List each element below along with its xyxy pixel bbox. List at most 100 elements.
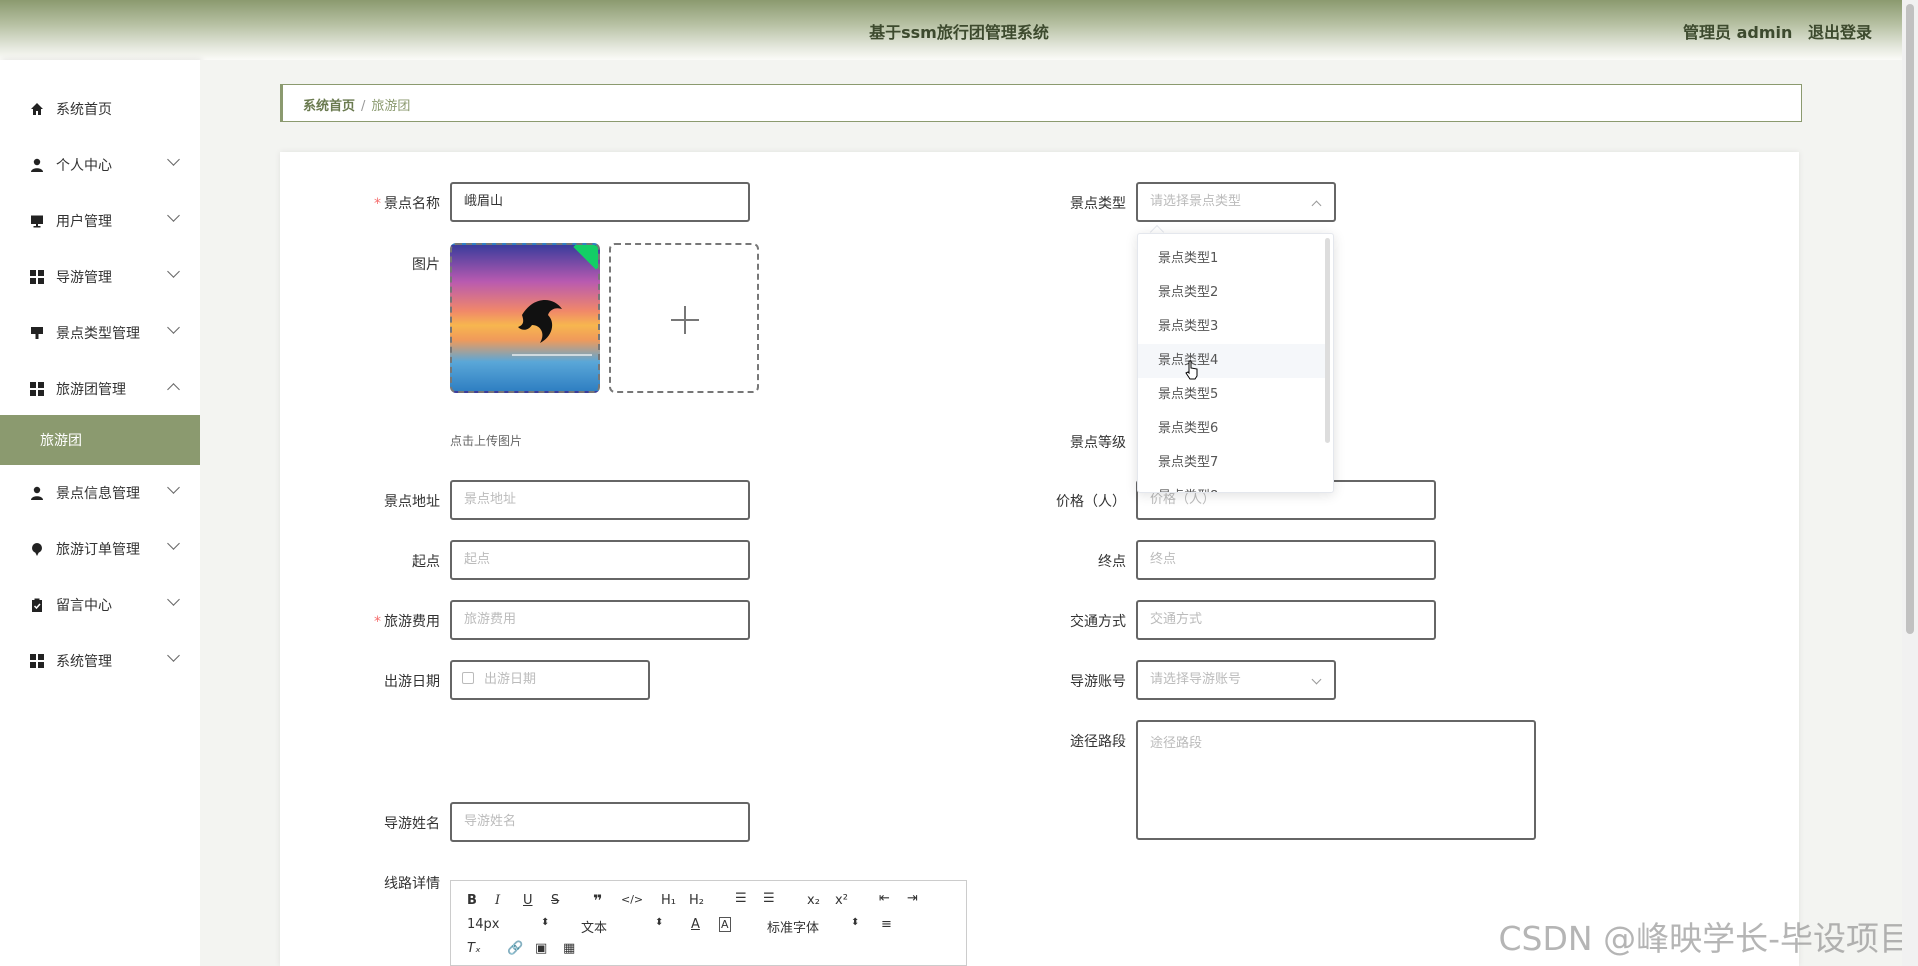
sidebar-item-scenic-info[interactable]: 景点信息管理 — [0, 465, 200, 521]
sidebar-item-tour-group[interactable]: 旅游团 — [0, 415, 200, 465]
ordered-list-button[interactable]: ☰ — [735, 891, 747, 906]
start-label: 起点 — [412, 554, 440, 570]
calendar-icon — [462, 672, 474, 684]
chevron-down-icon — [167, 321, 180, 334]
background-color-button[interactable]: A — [719, 917, 731, 932]
sidebar-item-label: 导游管理 — [56, 270, 112, 286]
h1-button[interactable]: H₁ — [661, 893, 676, 908]
breadcrumb: 系统首页 / 旅游团 — [280, 84, 1802, 122]
home-icon — [30, 102, 44, 116]
clear-format-button[interactable]: Tₓ — [467, 941, 481, 956]
scenic-level-label: 景点等级 — [1070, 435, 1126, 451]
start-input[interactable]: 起点 — [450, 540, 750, 580]
chevron-down-icon — [167, 153, 180, 166]
dropdown-scrollbar[interactable] — [1325, 238, 1330, 443]
transport-input[interactable]: 交通方式 — [1136, 600, 1436, 640]
guide-account-select[interactable]: 请选择导游账号 — [1136, 660, 1336, 700]
grid-icon — [30, 382, 44, 396]
fee-label: * 旅游费用 — [374, 614, 440, 630]
dropdown-option[interactable]: 景点类型2 — [1138, 276, 1328, 310]
image-icon[interactable]: ▣ — [535, 941, 547, 956]
chevron-down-icon — [167, 593, 180, 606]
route-textarea[interactable]: 途径路段 — [1136, 720, 1536, 840]
scenic-name-label: * 景点名称 — [374, 196, 440, 212]
clipboard-icon — [30, 598, 44, 612]
updown-icon: ⬍ — [541, 917, 550, 928]
outdent-button[interactable]: ⇤ — [879, 891, 890, 906]
app-title: 基于ssm旅行团管理系统 — [869, 23, 1049, 42]
sidebar-item-messages[interactable]: 留言中心 — [0, 577, 200, 633]
strike-button[interactable]: S — [551, 893, 559, 908]
date-input[interactable]: 出游日期 — [450, 660, 650, 700]
breadcrumb-current: 旅游团 — [371, 99, 411, 114]
address-input[interactable]: 景点地址 — [450, 480, 750, 520]
scenic-name-input[interactable]: 峨眉山 — [450, 182, 750, 222]
chevron-down-icon — [167, 209, 180, 222]
grid-icon — [30, 270, 44, 284]
scenic-type-label: 景点类型 — [1070, 196, 1126, 212]
scenic-type-placeholder: 请选择景点类型 — [1150, 194, 1242, 209]
paragraph-select[interactable]: 文本 — [581, 917, 607, 936]
scenic-type-select[interactable]: 请选择景点类型 — [1136, 182, 1336, 222]
monitor-icon — [30, 214, 44, 228]
dropdown-option[interactable]: 景点类型3 — [1138, 310, 1328, 344]
chevron-down-icon — [167, 265, 180, 278]
sidebar-item-users[interactable]: 用户管理 — [0, 193, 200, 249]
dropdown-option[interactable]: 景点类型6 — [1138, 412, 1328, 446]
guide-name-label: 导游姓名 — [384, 816, 440, 832]
fee-input[interactable]: 旅游费用 — [450, 600, 750, 640]
dropdown-option-hovered[interactable]: 景点类型4 — [1138, 344, 1328, 378]
watermark: CSDN @峰映学长-毕设项目 — [1498, 919, 1912, 958]
code-button[interactable]: </> — [621, 893, 643, 906]
link-icon[interactable]: 🔗 — [507, 941, 523, 956]
italic-button[interactable]: I — [495, 893, 500, 908]
font-color-button[interactable]: A — [691, 917, 700, 932]
transport-label: 交通方式 — [1070, 614, 1126, 630]
upload-button[interactable] — [609, 243, 759, 393]
underline-button[interactable]: U — [523, 893, 533, 908]
sidebar-item-scenic-types[interactable]: 景点类型管理 — [0, 305, 200, 361]
price-label: 价格（人） — [1056, 494, 1126, 510]
dropdown-option[interactable]: 景点类型1 — [1138, 242, 1328, 276]
indent-button[interactable]: ⇥ — [907, 891, 918, 906]
dropdown-option[interactable]: 景点类型5 — [1138, 378, 1328, 412]
sidebar-item-label: 系统管理 — [56, 654, 112, 670]
end-input[interactable]: 终点 — [1136, 540, 1436, 580]
date-label: 出游日期 — [384, 674, 440, 690]
subscript-button[interactable]: x₂ — [807, 893, 820, 908]
sidebar-item-label: 系统首页 — [56, 102, 112, 118]
uploaded-picture[interactable] — [450, 243, 600, 393]
sidebar-item-profile[interactable]: 个人中心 — [0, 137, 200, 193]
page-scrollbar[interactable] — [1902, 0, 1918, 966]
sidebar-item-label: 个人中心 — [56, 158, 112, 174]
bold-button[interactable]: B — [467, 893, 477, 908]
blockquote-button[interactable]: ❞ — [593, 891, 602, 910]
user-icon — [30, 486, 44, 500]
guide-account-label: 导游账号 — [1070, 674, 1126, 690]
dropdown-option[interactable]: 景点类型8 — [1138, 480, 1328, 492]
dropdown-option[interactable]: 景点类型7 — [1138, 446, 1328, 480]
sidebar-item-orders[interactable]: 旅游订单管理 — [0, 521, 200, 577]
superscript-button[interactable]: x² — [835, 893, 848, 908]
breadcrumb-home[interactable]: 系统首页 — [303, 99, 355, 114]
sidebar-item-label: 旅游团管理 — [56, 382, 126, 398]
font-family-select[interactable]: 标准字体 — [767, 917, 819, 936]
dolphin-image-icon — [512, 299, 592, 356]
guide-name-input[interactable]: 导游姓名 — [450, 802, 750, 842]
flag-icon — [30, 326, 44, 340]
font-size-select[interactable]: 14px — [467, 917, 500, 932]
top-bar: 基于ssm旅行团管理系统 管理员 admin 退出登录 — [0, 0, 1918, 60]
sidebar-item-tour-groups[interactable]: 旅游团管理 — [0, 361, 200, 417]
sidebar-item-system[interactable]: 系统管理 — [0, 633, 200, 689]
video-icon[interactable]: ▦ — [563, 941, 575, 956]
logout-link[interactable]: 退出登录 — [1808, 23, 1872, 42]
align-button[interactable]: ≡ — [881, 917, 892, 932]
chevron-up-icon — [1311, 200, 1322, 211]
sidebar-item-home[interactable]: 系统首页 — [0, 81, 200, 137]
chevron-down-icon — [1311, 674, 1322, 685]
h2-button[interactable]: H₂ — [689, 893, 704, 908]
bullet-list-button[interactable]: ☰ — [763, 891, 775, 906]
picture-label: 图片 — [412, 257, 440, 273]
scrollbar-thumb[interactable] — [1906, 4, 1914, 634]
sidebar-item-guides[interactable]: 导游管理 — [0, 249, 200, 305]
